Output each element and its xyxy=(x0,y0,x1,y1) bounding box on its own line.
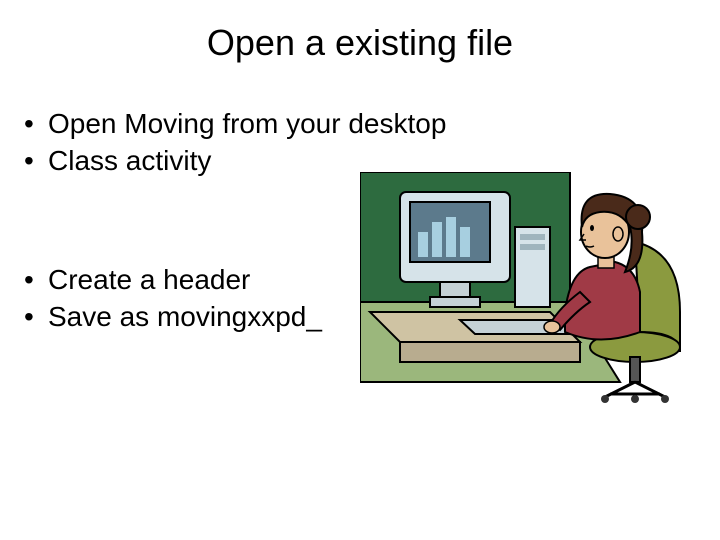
slide: Open a existing file Open Moving from yo… xyxy=(0,0,720,540)
bullet-item: Open Moving from your desktop xyxy=(24,106,446,141)
bullet-list-top: Open Moving from your desktop Class acti… xyxy=(24,104,446,180)
bullet-item: Create a header xyxy=(24,262,322,297)
bullet-list-bottom: Create a header Save as movingxxpd_ xyxy=(24,260,322,336)
slide-title: Open a existing file xyxy=(0,22,720,64)
person-at-computer-icon xyxy=(360,172,700,412)
bullet-item: Save as movingxxpd_ xyxy=(24,299,322,334)
